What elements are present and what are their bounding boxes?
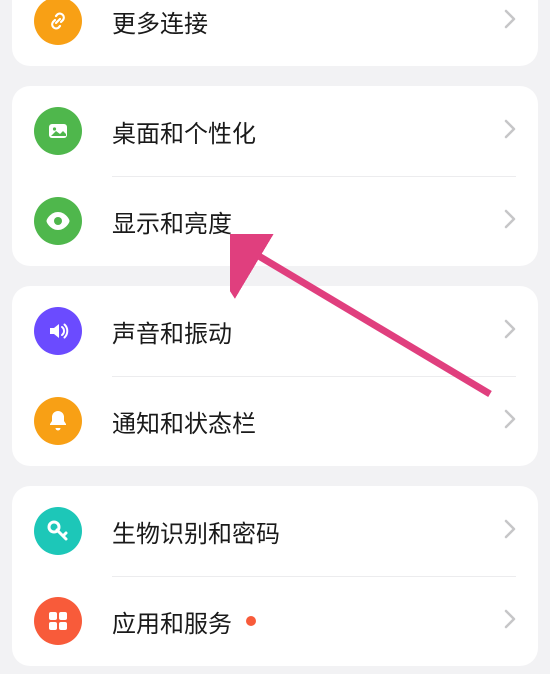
row-separator xyxy=(112,576,516,577)
settings-group-4: 生物识别和密码 应用和服务 xyxy=(12,486,538,666)
row-label: 显示和亮度 xyxy=(112,204,504,239)
settings-group-3: 声音和振动 通知和状态栏 xyxy=(12,286,538,466)
settings-row-sound-vibration[interactable]: 声音和振动 xyxy=(12,286,538,376)
settings-row-biometric-password[interactable]: 生物识别和密码 xyxy=(12,486,538,576)
settings-row-notifications-statusbar[interactable]: 通知和状态栏 xyxy=(12,376,538,466)
bell-icon xyxy=(34,397,82,445)
chevron-right-icon xyxy=(504,319,516,344)
settings-row-apps-services[interactable]: 应用和服务 xyxy=(12,576,538,666)
volume-icon xyxy=(34,307,82,355)
row-label: 生物识别和密码 xyxy=(112,514,504,549)
grid-icon xyxy=(34,597,82,645)
chevron-right-icon xyxy=(504,9,516,34)
row-label: 更多连接 xyxy=(112,4,504,39)
settings-group-1: 更多连接 xyxy=(12,0,538,66)
settings-group-2: 桌面和个性化 显示和亮度 xyxy=(12,86,538,266)
settings-row-desktop-personalization[interactable]: 桌面和个性化 xyxy=(12,86,538,176)
link-icon xyxy=(34,0,82,45)
row-separator xyxy=(112,176,516,177)
row-label: 应用和服务 xyxy=(112,604,232,639)
image-icon xyxy=(34,107,82,155)
row-label: 桌面和个性化 xyxy=(112,114,504,149)
row-label: 通知和状态栏 xyxy=(112,404,504,439)
row-separator xyxy=(112,376,516,377)
key-icon xyxy=(34,507,82,555)
row-label: 声音和振动 xyxy=(112,314,504,349)
chevron-right-icon xyxy=(504,209,516,234)
settings-row-more-connections[interactable]: 更多连接 xyxy=(12,0,538,66)
chevron-right-icon xyxy=(504,519,516,544)
settings-row-display-brightness[interactable]: 显示和亮度 xyxy=(12,176,538,266)
chevron-right-icon xyxy=(504,409,516,434)
notification-dot xyxy=(246,616,256,626)
eye-icon xyxy=(34,197,82,245)
chevron-right-icon xyxy=(504,119,516,144)
chevron-right-icon xyxy=(504,609,516,634)
